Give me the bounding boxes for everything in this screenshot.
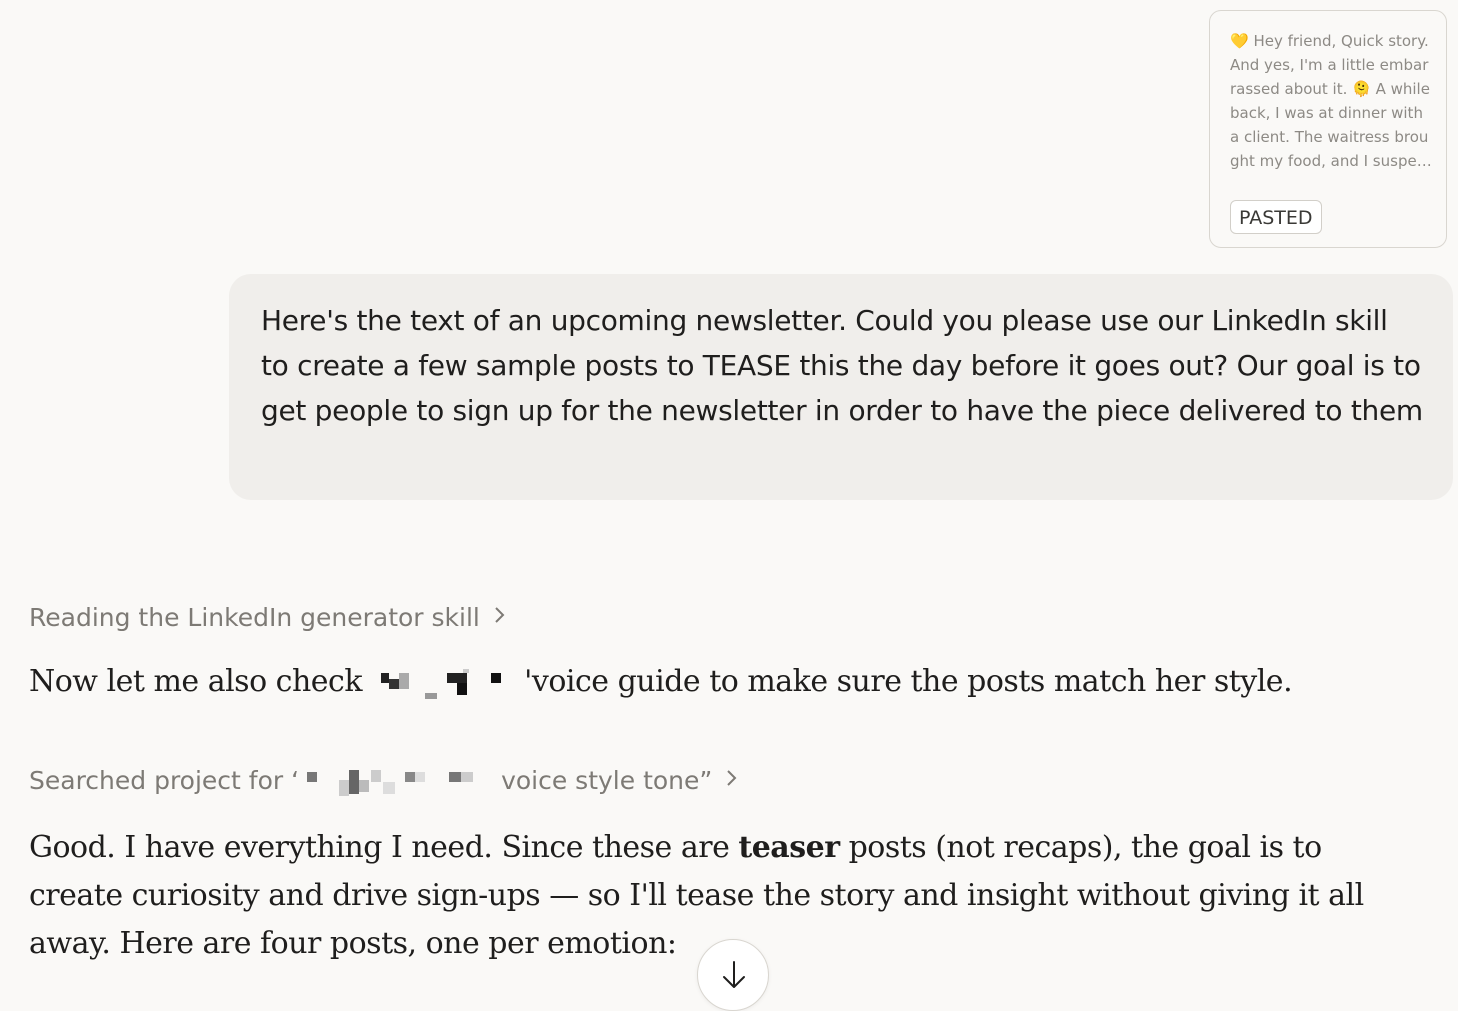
user-message-bubble: Here's the text of an upcoming newslette… — [229, 274, 1453, 500]
tool-step-suffix: voice style tone” — [501, 765, 713, 795]
redacted-name — [305, 762, 495, 798]
pasted-badge: PASTED — [1230, 200, 1322, 234]
tool-step-prefix: Searched project for ‘ — [29, 765, 300, 795]
tool-step-reading-skill[interactable]: Reading the LinkedIn generator skill — [29, 603, 506, 632]
chevron-right-icon — [494, 605, 506, 630]
scroll-down-button[interactable] — [697, 939, 769, 1011]
assistant-good-bold: teaser — [738, 830, 840, 865]
arrow-down-icon — [723, 961, 745, 988]
assistant-message-good: Good. I have everything I need. Since th… — [29, 824, 1369, 968]
assistant-check-prefix: Now let me also check — [29, 664, 363, 699]
assistant-good-part1: Good. I have everything I need. Since th… — [29, 830, 739, 865]
pasted-attachment-card[interactable]: 💛 Hey friend, Quick story. And yes, I'm … — [1209, 10, 1447, 248]
tool-step-search-project[interactable]: Searched project for ‘ voice style tone” — [29, 762, 738, 798]
redacted-name — [377, 665, 515, 701]
pasted-preview-text: 💛 Hey friend, Quick story. And yes, I'm … — [1230, 32, 1431, 170]
tool-step-label: Reading the LinkedIn generator skill — [29, 603, 480, 632]
user-message-text: Here's the text of an upcoming newslette… — [261, 304, 1423, 427]
chevron-right-icon — [726, 768, 738, 793]
assistant-message-check: Now let me also check 'voice guide to ma… — [29, 664, 1293, 701]
assistant-check-suffix: 'voice guide to make sure the posts matc… — [524, 664, 1293, 699]
